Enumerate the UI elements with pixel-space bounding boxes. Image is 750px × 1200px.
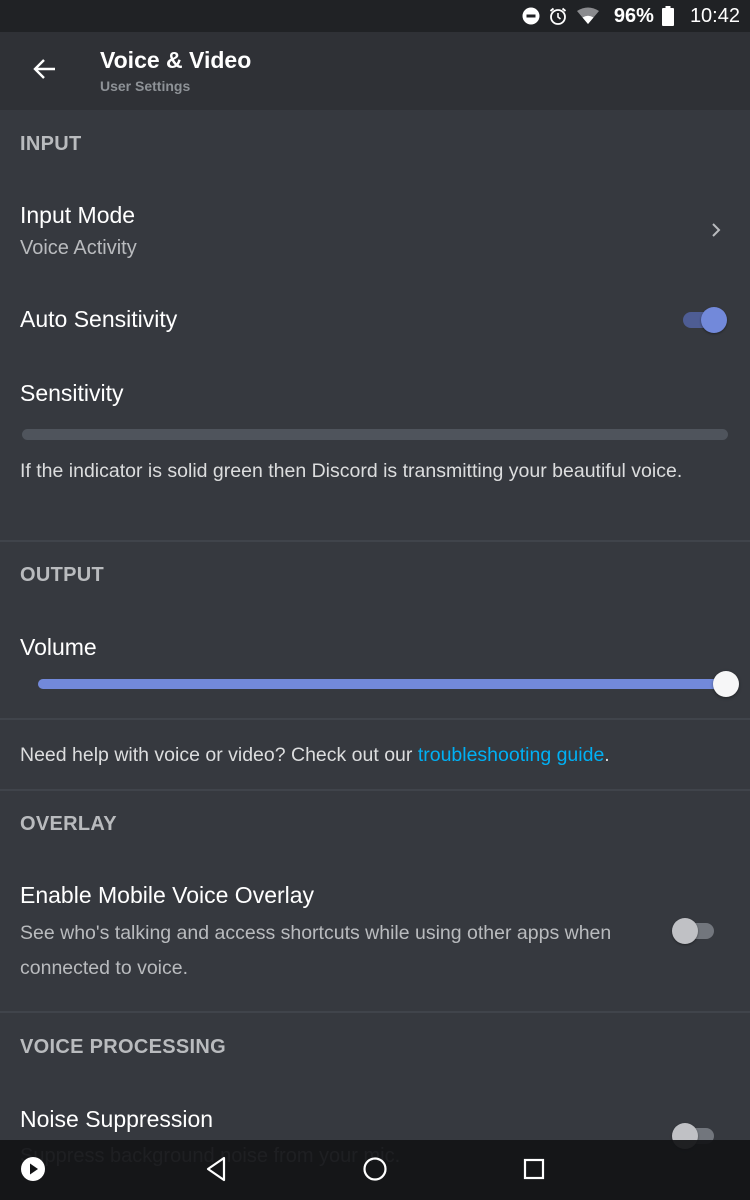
page-subtitle: User Settings <box>100 78 191 94</box>
page-title: Voice & Video <box>100 47 252 73</box>
alarm-icon <box>548 6 568 26</box>
play-button[interactable] <box>18 1156 48 1186</box>
mobile-voice-overlay-toggle[interactable] <box>672 917 718 945</box>
help-text-suffix: . <box>604 744 610 766</box>
auto-sensitivity-toggle[interactable] <box>681 306 727 334</box>
divider <box>0 1011 750 1013</box>
volume-slider[interactable] <box>38 669 739 699</box>
recents-nav-button[interactable] <box>519 1156 549 1186</box>
troubleshooting-guide-link[interactable]: troubleshooting guide <box>418 744 604 766</box>
section-header-output: OUTPUT <box>20 564 105 586</box>
back-nav-button[interactable] <box>201 1156 231 1186</box>
mobile-voice-overlay-description: See who's talking and access shortcuts w… <box>20 922 612 979</box>
divider <box>0 789 750 791</box>
navigation-bar <box>0 1140 750 1200</box>
recents-square-icon <box>522 1157 546 1186</box>
home-nav-button[interactable] <box>360 1156 390 1186</box>
toggle-knob <box>701 307 727 333</box>
status-bar: 96% 10:42 <box>0 0 750 32</box>
app-header: Voice & Video User Settings <box>0 32 750 110</box>
auto-sensitivity-title: Auto Sensitivity <box>20 306 178 332</box>
play-icon <box>20 1156 46 1187</box>
chevron-right-icon <box>710 221 722 244</box>
toggle-knob <box>672 918 698 944</box>
volume-slider-fill <box>38 679 726 689</box>
volume-slider-thumb[interactable] <box>713 671 739 697</box>
input-mode-value: Voice Activity <box>20 237 137 259</box>
section-header-voice-processing: VOICE PROCESSING <box>20 1036 226 1058</box>
clock: 10:42 <box>689 4 740 27</box>
divider <box>0 718 750 720</box>
sensitivity-title: Sensitivity <box>20 380 124 406</box>
arrow-left-icon <box>33 58 57 85</box>
back-triangle-icon <box>204 1156 228 1187</box>
do-not-disturb-icon <box>522 7 540 25</box>
input-mode-row[interactable]: Input Mode Voice Activity <box>0 190 750 276</box>
sensitivity-description: If the indicator is solid green then Dis… <box>20 460 683 482</box>
home-circle-icon <box>362 1156 388 1187</box>
battery-percent: 96% <box>613 4 654 27</box>
back-button[interactable] <box>28 56 62 86</box>
input-mode-title: Input Mode <box>20 202 136 228</box>
wifi-icon <box>576 7 600 25</box>
mobile-voice-overlay-title: Enable Mobile Voice Overlay <box>20 882 315 908</box>
help-text: Need help with voice or video? Check out… <box>20 738 740 773</box>
section-header-overlay: OVERLAY <box>20 813 117 835</box>
volume-title: Volume <box>20 634 97 660</box>
battery-icon <box>661 6 674 26</box>
section-header-input: INPUT <box>20 133 82 155</box>
divider <box>0 540 750 542</box>
noise-suppression-title: Noise Suppression <box>20 1106 214 1132</box>
screen: 96% 10:42 Voice & Video User Settings IN… <box>0 0 750 1200</box>
header-titles: Voice & Video User Settings <box>100 46 251 96</box>
sensitivity-indicator-bar <box>22 429 728 440</box>
help-text-prefix: Need help with voice or video? Check out… <box>20 744 418 766</box>
